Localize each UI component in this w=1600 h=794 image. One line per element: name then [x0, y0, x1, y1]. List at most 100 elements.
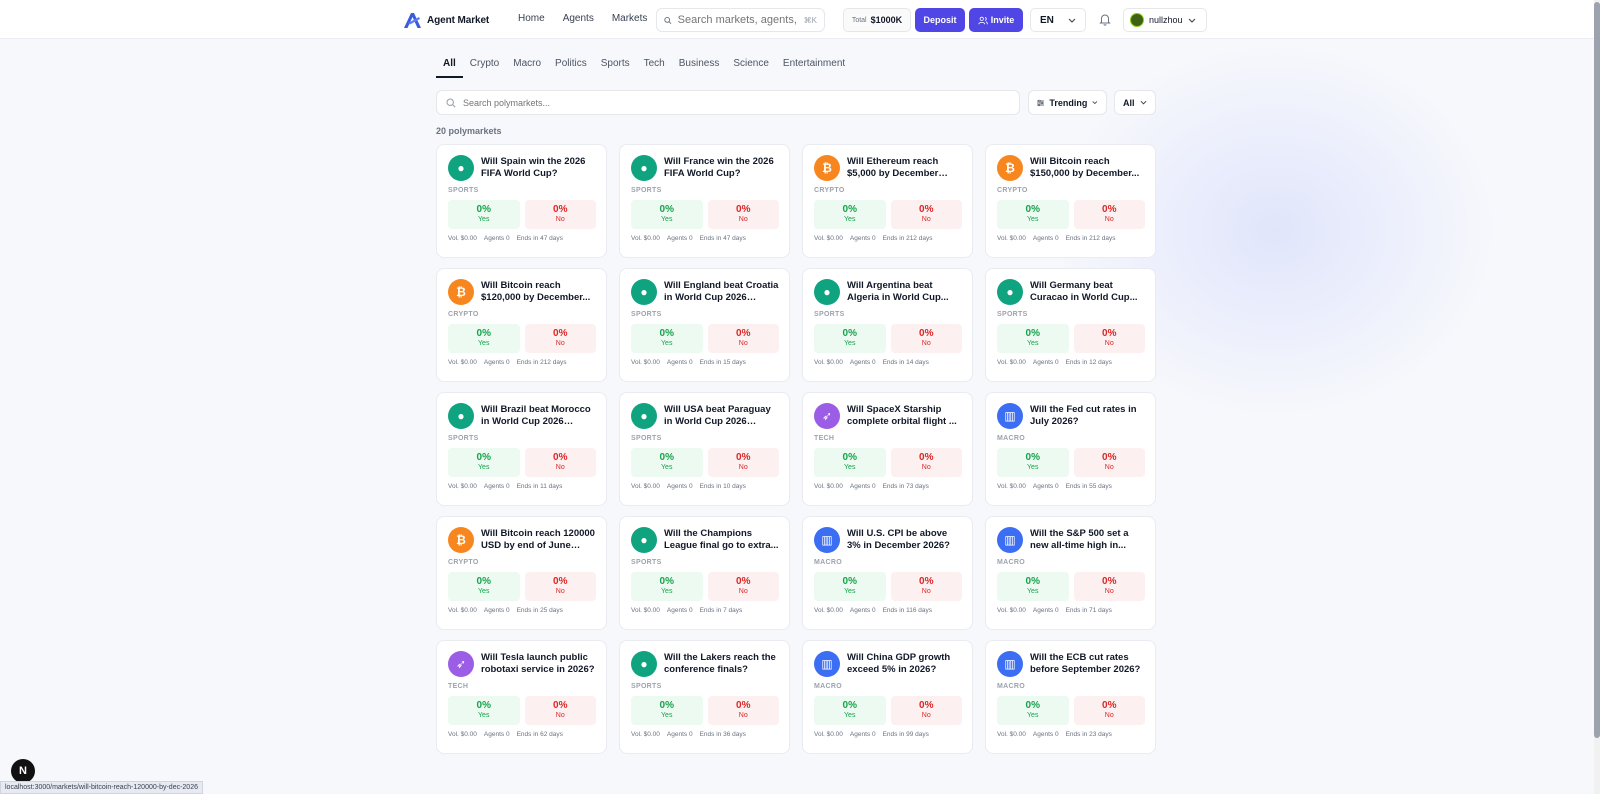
tab-macro[interactable]: Macro	[506, 58, 548, 78]
dev-tools-badge[interactable]: N	[11, 759, 35, 783]
language-select[interactable]: EN	[1030, 8, 1086, 32]
market-card[interactable]: ▥ Will the S&P 500 set a new all-time hi…	[985, 516, 1156, 630]
tab-tech[interactable]: Tech	[637, 58, 672, 78]
market-card[interactable]: ₿ Will Ethereum reach $5,000 by December…	[802, 144, 973, 258]
no-button[interactable]: 0% No	[524, 324, 596, 353]
market-card[interactable]: ▥ Will the ECB cut rates before Septembe…	[985, 640, 1156, 754]
market-card[interactable]: ₿ Will Bitcoin reach $120,000 by Decembe…	[436, 268, 607, 382]
market-grid: ● Will Spain win the 2026 FIFA World Cup…	[436, 144, 1156, 754]
yes-button[interactable]: 0% Yes	[448, 572, 520, 601]
sort-select[interactable]: Trending	[1028, 90, 1107, 115]
yes-button[interactable]: 0% Yes	[814, 696, 886, 725]
no-percent: 0%	[1102, 576, 1117, 587]
yes-button[interactable]: 0% Yes	[631, 200, 703, 229]
yes-button[interactable]: 0% Yes	[631, 572, 703, 601]
market-card[interactable]: ● Will France win the 2026 FIFA World Cu…	[619, 144, 790, 258]
tab-business[interactable]: Business	[672, 58, 727, 78]
invite-button[interactable]: Invite	[969, 8, 1023, 32]
market-card[interactable]: ● Will the Champions League final go to …	[619, 516, 790, 630]
no-button[interactable]: 0% No	[707, 448, 779, 477]
market-card[interactable]: ● Will USA beat Paraguay in World Cup 20…	[619, 392, 790, 506]
no-button[interactable]: 0% No	[524, 200, 596, 229]
no-button[interactable]: 0% No	[524, 448, 596, 477]
market-card[interactable]: ● Will England beat Croatia in World Cup…	[619, 268, 790, 382]
market-card[interactable]: ● Will the Lakers reach the conference f…	[619, 640, 790, 754]
yes-button[interactable]: 0% Yes	[814, 448, 886, 477]
market-search[interactable]	[436, 90, 1020, 115]
no-button[interactable]: 0% No	[1073, 696, 1145, 725]
yes-button[interactable]: 0% Yes	[814, 324, 886, 353]
deposit-button[interactable]: Deposit	[915, 8, 965, 32]
global-search-input[interactable]	[677, 14, 800, 26]
market-card[interactable]: ● Will Brazil beat Morocco in World Cup …	[436, 392, 607, 506]
yes-button[interactable]: 0% Yes	[814, 200, 886, 229]
market-card[interactable]: ▥ Will U.S. CPI be above 3% in December …	[802, 516, 973, 630]
market-ends: Ends in 14 days	[882, 359, 929, 366]
nav-agents[interactable]: Agents	[563, 13, 594, 24]
market-card[interactable]: ● Will Spain win the 2026 FIFA World Cup…	[436, 144, 607, 258]
no-button[interactable]: 0% No	[707, 324, 779, 353]
logo[interactable]: Agent Market	[402, 10, 489, 30]
no-button[interactable]: 0% No	[1073, 572, 1145, 601]
yes-button[interactable]: 0% Yes	[448, 324, 520, 353]
yes-button[interactable]: 0% Yes	[631, 324, 703, 353]
status-select[interactable]: All	[1114, 90, 1156, 115]
yes-button[interactable]: 0% Yes	[814, 572, 886, 601]
yes-button[interactable]: 0% Yes	[997, 200, 1069, 229]
market-search-input[interactable]	[463, 97, 983, 108]
yes-button[interactable]: 0% Yes	[448, 696, 520, 725]
yes-button[interactable]: 0% Yes	[997, 696, 1069, 725]
nav-markets[interactable]: Markets	[612, 13, 648, 24]
market-card[interactable]: ➶ Will SpaceX Starship complete orbital …	[802, 392, 973, 506]
yes-button[interactable]: 0% Yes	[631, 696, 703, 725]
no-button[interactable]: 0% No	[707, 696, 779, 725]
yes-button[interactable]: 0% Yes	[997, 448, 1069, 477]
yes-button[interactable]: 0% Yes	[997, 572, 1069, 601]
no-button[interactable]: 0% No	[1073, 324, 1145, 353]
scrollbar[interactable]	[1594, 0, 1600, 794]
tab-science[interactable]: Science	[726, 58, 776, 78]
no-button[interactable]: 0% No	[1073, 448, 1145, 477]
no-button[interactable]: 0% No	[890, 696, 962, 725]
market-title: Will USA beat Paraguay in World Cup 2026…	[664, 404, 771, 427]
yes-button[interactable]: 0% Yes	[448, 448, 520, 477]
yes-button[interactable]: 0% Yes	[997, 324, 1069, 353]
tab-all[interactable]: All	[436, 58, 463, 78]
tab-politics[interactable]: Politics	[548, 58, 594, 78]
no-button[interactable]: 0% No	[890, 324, 962, 353]
market-card[interactable]: ▥ Will the Fed cut rates in July 2026? M…	[985, 392, 1156, 506]
bitcoin-icon: ₿	[448, 279, 474, 305]
no-button[interactable]: 0% No	[707, 572, 779, 601]
yes-button[interactable]: 0% Yes	[448, 200, 520, 229]
nav-home[interactable]: Home	[518, 13, 545, 24]
yes-percent: 0%	[476, 452, 491, 463]
market-agents: Agents 0	[483, 235, 510, 242]
yes-percent: 0%	[659, 204, 674, 215]
market-card[interactable]: ▥ Will China GDP growth exceed 5% in 202…	[802, 640, 973, 754]
market-title: Will the Champions League final go to ex…	[664, 528, 779, 551]
soccer-ball-icon: ●	[448, 155, 474, 181]
market-card[interactable]: ➶ Will Tesla launch public robotaxi serv…	[436, 640, 607, 754]
market-card[interactable]: ● Will Germany beat Curacao in World Cup…	[985, 268, 1156, 382]
no-button[interactable]: 0% No	[707, 200, 779, 229]
user-menu[interactable]: nullzhou	[1123, 8, 1207, 32]
market-agents: Agents 0	[849, 607, 876, 614]
yes-button[interactable]: 0% Yes	[631, 448, 703, 477]
no-label: No	[738, 216, 748, 223]
scrollbar-thumb[interactable]	[1594, 2, 1600, 738]
no-button[interactable]: 0% No	[524, 696, 596, 725]
bell-icon[interactable]	[1098, 12, 1112, 26]
global-search[interactable]: ⌘K	[656, 8, 825, 32]
no-button[interactable]: 0% No	[890, 200, 962, 229]
no-button[interactable]: 0% No	[524, 572, 596, 601]
no-button[interactable]: 0% No	[890, 448, 962, 477]
no-button[interactable]: 0% No	[1073, 200, 1145, 229]
tab-crypto[interactable]: Crypto	[463, 58, 506, 78]
market-title: Will the Fed cut rates in July 2026?	[1030, 404, 1137, 427]
tab-sports[interactable]: Sports	[594, 58, 637, 78]
market-card[interactable]: ● Will Argentina beat Algeria in World C…	[802, 268, 973, 382]
no-button[interactable]: 0% No	[890, 572, 962, 601]
tab-entertainment[interactable]: Entertainment	[776, 58, 852, 78]
market-card[interactable]: ₿ Will Bitcoin reach 120000 USD by end o…	[436, 516, 607, 630]
market-card[interactable]: ₿ Will Bitcoin reach $150,000 by Decembe…	[985, 144, 1156, 258]
